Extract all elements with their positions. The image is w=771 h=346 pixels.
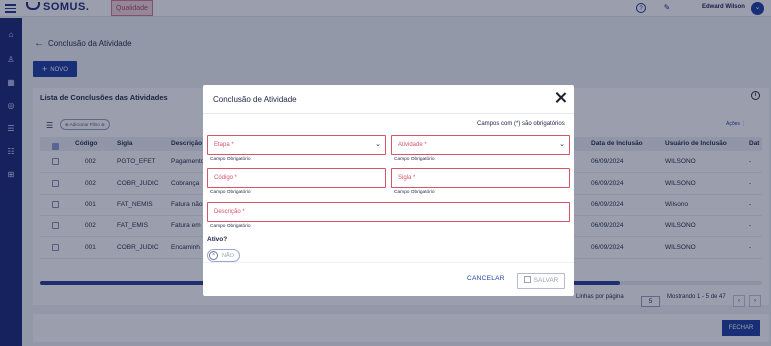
- required-note: Campos com (*) são obrigatórios: [477, 121, 565, 127]
- codigo-help: Campo Obrigatório: [210, 190, 251, 195]
- cancel-button[interactable]: CANCELAR: [467, 275, 505, 282]
- atividade-help: Campo Obrigatório: [394, 157, 435, 162]
- save-icon: [523, 276, 531, 283]
- descricao-field[interactable]: Descrição *: [207, 202, 570, 222]
- sigla-help: Campo Obrigatório: [394, 190, 435, 195]
- toggle-off-icon: ×: [209, 251, 218, 260]
- ativo-toggle[interactable]: × NÃO: [207, 249, 240, 262]
- etapa-label: Etapa *: [214, 142, 234, 148]
- atividade-select[interactable]: Atividade * ⌄: [391, 135, 570, 155]
- save-button[interactable]: SALVAR: [517, 273, 565, 289]
- modal-title: Conclusão de Atividade: [213, 95, 297, 104]
- atividade-label: Atividade *: [398, 142, 427, 148]
- modal-divider: [203, 113, 574, 114]
- sigla-field[interactable]: Sigla *: [391, 168, 570, 188]
- chevron-down-icon: ⌄: [375, 141, 381, 148]
- descricao-label: Descrição *: [214, 209, 245, 215]
- chevron-down-icon: ⌄: [559, 141, 565, 148]
- codigo-label: Código *: [214, 175, 238, 181]
- sigla-label: Sigla *: [398, 175, 416, 181]
- ativo-label: Ativo?: [207, 236, 228, 243]
- completion-modal: Conclusão de Atividade Campos com (*) sã…: [203, 85, 574, 296]
- toggle-state-text: NÃO: [222, 253, 234, 259]
- codigo-field[interactable]: Código *: [207, 168, 386, 188]
- etapa-select[interactable]: Etapa * ⌄: [207, 135, 386, 155]
- etapa-help: Campo Obrigatório: [210, 157, 251, 162]
- descricao-help: Campo Obrigatório: [210, 224, 251, 229]
- close-icon[interactable]: [555, 92, 566, 103]
- modal-footer-divider: [203, 262, 574, 263]
- save-button-label: SALVAR: [533, 277, 559, 284]
